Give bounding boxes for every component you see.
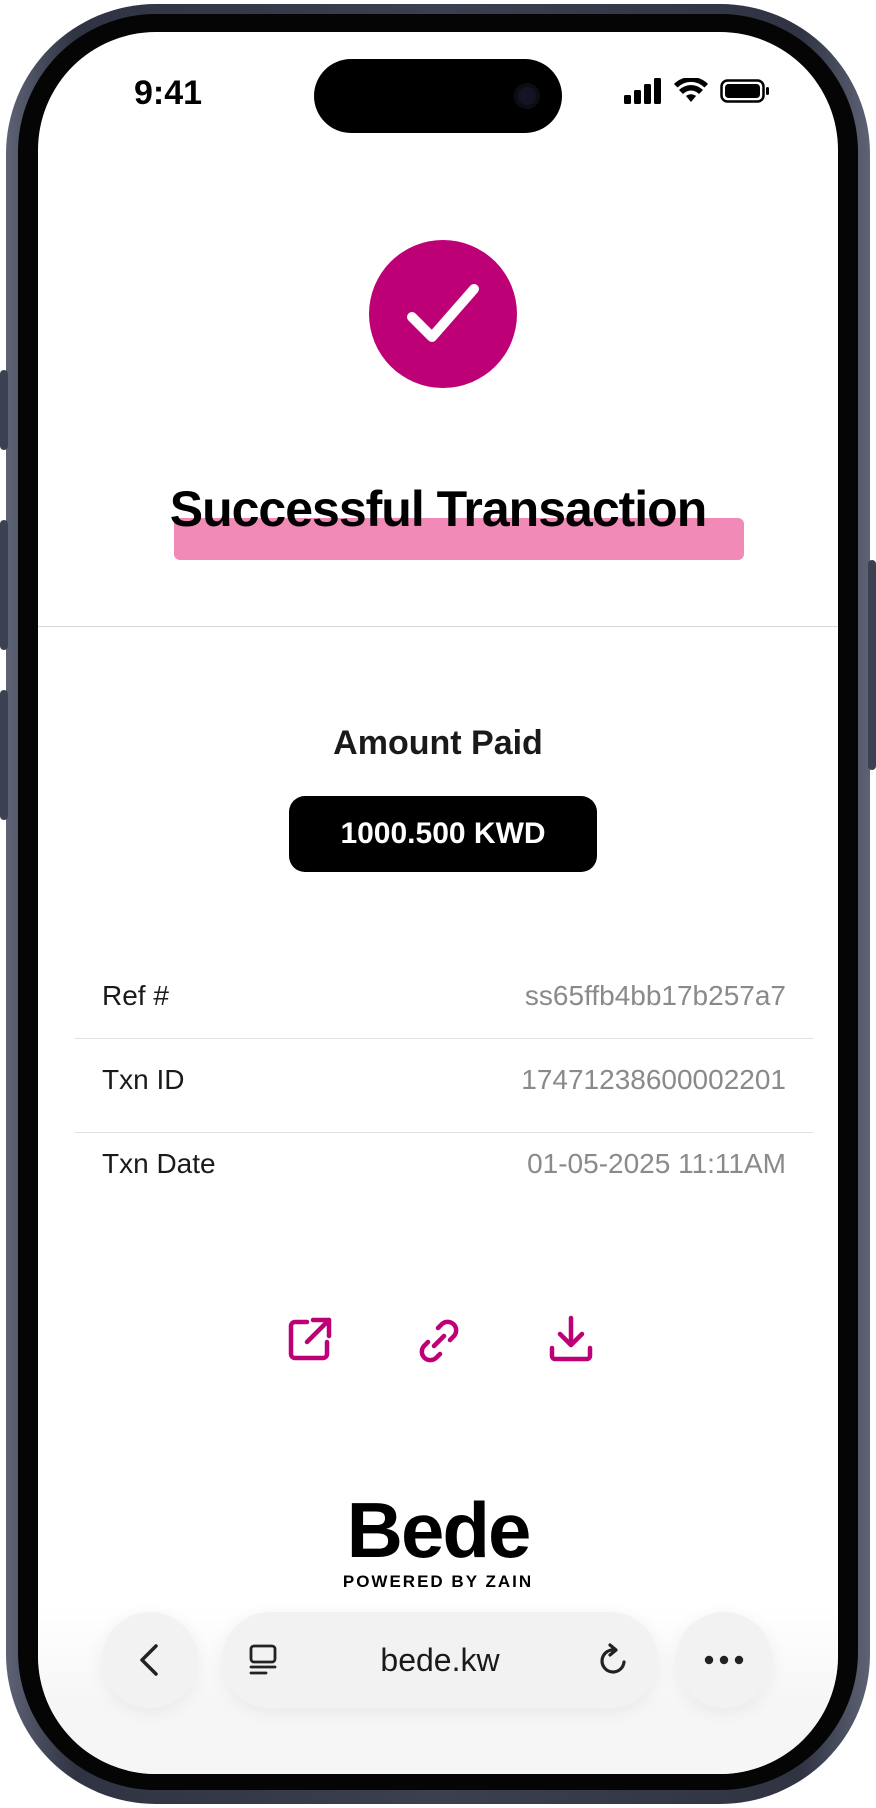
detail-value: ss65ffb4bb17b257a7 <box>524 980 786 1011</box>
detail-value: 17471238600002201 <box>521 1064 786 1095</box>
status-icons <box>624 78 770 104</box>
battery-icon <box>720 79 769 103</box>
more-dots-icon <box>704 1655 744 1665</box>
detail-key: Txn Date <box>102 1148 216 1179</box>
dynamic-island <box>314 59 562 133</box>
download-icon[interactable] <box>544 1312 598 1366</box>
address-bar[interactable]: bede.kw <box>222 1612 658 1708</box>
detail-row-txn-id: Txn ID 17471238600002201 <box>74 1038 814 1122</box>
screen: 9:41 Successful Transaction Amount Paid <box>38 32 838 1774</box>
brand-logo: Bede <box>346 1486 532 1574</box>
signal-icon <box>624 78 661 104</box>
power-button <box>868 560 876 770</box>
detail-value: 01-05-2025 11:11AM <box>527 1148 786 1179</box>
detail-row-txn-date: Txn Date 01-05-2025 11:11AM <box>74 1122 814 1206</box>
page-title: Successful Transaction <box>169 481 708 537</box>
detail-key: Txn ID <box>102 1064 185 1095</box>
success-check-icon <box>369 240 517 388</box>
chevron-left-icon <box>140 1644 158 1676</box>
reload-icon[interactable] <box>596 1642 632 1678</box>
open-external-icon[interactable] <box>283 1312 337 1366</box>
wifi-icon <box>674 78 708 102</box>
detail-key: Ref # <box>102 980 169 1011</box>
link-icon[interactable] <box>412 1314 466 1368</box>
more-button[interactable] <box>676 1612 772 1708</box>
url-text[interactable]: bede.kw <box>222 1612 658 1708</box>
brand-tagline: POWERED BY ZAIN <box>342 1572 534 1591</box>
volume-down-button <box>0 690 8 820</box>
back-button[interactable] <box>102 1612 198 1708</box>
divider <box>38 626 838 627</box>
volume-up-button <box>0 520 8 650</box>
amount-label: Amount Paid <box>333 724 543 762</box>
detail-row-ref: Ref # ss65ffb4bb17b257a7 <box>74 954 814 1038</box>
status-time: 9:41 <box>134 74 203 112</box>
action-button <box>0 370 8 450</box>
camera-icon <box>514 83 540 109</box>
brand: Bede POWERED BY ZAIN <box>38 1490 838 1592</box>
amount-value: 1000.500 KWD <box>289 796 597 872</box>
